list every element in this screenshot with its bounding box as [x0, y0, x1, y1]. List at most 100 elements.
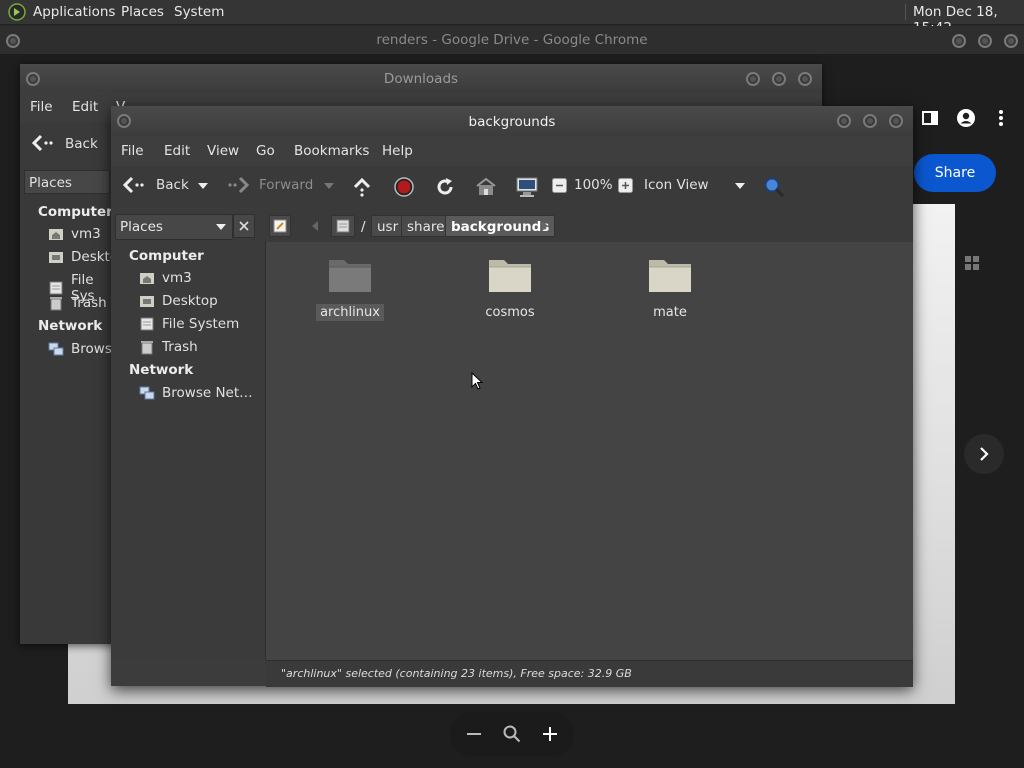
chrome-maximize-button[interactable] — [978, 34, 992, 48]
sidebar-item-vm3[interactable]: vm3 — [139, 270, 192, 286]
file-view: archlinux cosmos mate — [266, 242, 913, 660]
downloads-minimize-button[interactable] — [746, 72, 760, 86]
path-scroll-right-icon[interactable] — [542, 221, 548, 231]
folder-item[interactable]: mate — [624, 254, 716, 321]
chrome-titlebar[interactable]: renders - Google Drive - Google Chrome — [0, 26, 1024, 54]
sidebar-close-button[interactable] — [233, 214, 255, 238]
reload-icon[interactable] — [435, 177, 455, 197]
drive-icon — [336, 219, 350, 233]
folder-icon — [487, 254, 533, 294]
crumb-usr[interactable]: usr — [371, 215, 405, 237]
toggle-location-button[interactable] — [269, 215, 291, 237]
dl-item-trash[interactable]: Trash — [48, 295, 107, 311]
places-menu[interactable]: Places — [121, 4, 164, 20]
menu-edit[interactable]: Edit — [164, 143, 190, 159]
zoom-icon[interactable] — [503, 725, 521, 743]
path-scroll-left-icon[interactable] — [312, 221, 318, 231]
stop-icon[interactable] — [394, 177, 414, 197]
dl-item-vm3[interactable]: vm3 — [48, 226, 101, 242]
downloads-maximize-button[interactable] — [772, 72, 786, 86]
chevron-down-icon — [216, 224, 226, 230]
profile-icon[interactable] — [956, 108, 976, 128]
menu-bookmarks[interactable]: Bookmarks — [294, 143, 369, 159]
zoom-controls — [450, 712, 574, 756]
dl-back-arrow-icon[interactable] — [32, 134, 54, 152]
sidebar-item-browse-network[interactable]: Browse Net… — [139, 385, 253, 401]
side-panel-icon[interactable] — [922, 110, 938, 126]
menubar: File Edit View Go Bookmarks Help — [111, 136, 913, 166]
dl-back-label[interactable]: Back — [65, 136, 98, 152]
back-arrow-icon — [123, 176, 145, 194]
crumb-share[interactable]: share — [401, 215, 451, 237]
chrome-minimize-button[interactable] — [952, 34, 966, 48]
grid-view-icon[interactable] — [965, 256, 979, 270]
network-icon — [139, 385, 155, 401]
share-button[interactable]: Share — [914, 154, 996, 192]
downloads-sidebar: Places Computer vm3 Deskto File Sys Tras… — [20, 166, 120, 644]
trash-icon — [139, 339, 155, 355]
desktop-folder-icon — [48, 249, 64, 265]
chevron-down-icon — [735, 183, 745, 189]
sidebar-places-label: Places — [120, 219, 163, 235]
panel-separator — [905, 4, 906, 20]
up-icon[interactable] — [352, 177, 372, 197]
zoom-out-button[interactable] — [466, 726, 482, 742]
menu-help[interactable]: Help — [382, 143, 413, 159]
chrome-title: renders - Google Drive - Google Chrome — [376, 32, 648, 48]
minimize-button[interactable] — [837, 114, 851, 128]
menu-go[interactable]: Go — [256, 143, 275, 159]
downloads-titlebar[interactable]: Downloads — [20, 64, 822, 92]
trash-icon — [48, 295, 64, 311]
system-menu[interactable]: System — [174, 4, 224, 20]
dl-places-dropdown[interactable]: Places — [24, 170, 110, 194]
back-history-dropdown-icon[interactable] — [198, 183, 208, 189]
maximize-button[interactable] — [863, 114, 877, 128]
forward-history-dropdown-icon[interactable] — [324, 183, 334, 189]
chrome-more-icon[interactable] — [998, 109, 1004, 127]
sidebar-item-label: Desktop — [162, 293, 218, 309]
home-icon[interactable] — [475, 177, 497, 197]
edit-icon — [273, 219, 287, 233]
dl-computer-heading: Computer — [38, 204, 113, 220]
sidebar-item-trash[interactable]: Trash — [139, 339, 198, 355]
back-button[interactable]: Back — [123, 176, 189, 194]
crumb-root[interactable]: / — [355, 215, 372, 237]
next-file-button[interactable] — [964, 434, 1004, 474]
crumb-backgrounds[interactable]: backgrounds — [445, 215, 556, 237]
dl-network-heading: Network — [38, 318, 103, 334]
dl-menu-file[interactable]: File — [30, 99, 53, 115]
toolbar: Back Forward 100% Icon View — [111, 166, 913, 209]
sidebar-item-desktop[interactable]: Desktop — [139, 293, 218, 309]
downloads-close-button[interactable] — [798, 72, 812, 86]
folder-item[interactable]: archlinux — [304, 254, 396, 321]
sidebar-places-select[interactable]: Places — [115, 214, 233, 240]
dl-item-label: vm3 — [71, 226, 101, 242]
menu-file[interactable]: File — [121, 143, 144, 159]
sidebar-item-label: vm3 — [162, 270, 192, 286]
close-button[interactable] — [889, 114, 903, 128]
sidebar-item-filesystem[interactable]: File System — [139, 316, 239, 332]
zoom-level[interactable]: 100% — [574, 177, 613, 193]
view-mode-label: Icon View — [644, 177, 709, 193]
folder-icon — [327, 254, 373, 294]
zoom-out-icon[interactable] — [552, 178, 567, 193]
window-titlebar[interactable]: backgrounds — [111, 106, 913, 136]
search-icon[interactable] — [763, 176, 785, 198]
dl-menu-edit[interactable]: Edit — [72, 99, 98, 115]
view-mode-select[interactable]: Icon View — [644, 177, 748, 197]
path-bar: / usr share backgrounds — [265, 208, 913, 242]
dl-item-browse[interactable]: Browse — [48, 341, 120, 357]
dl-item-desktop[interactable]: Deskto — [48, 249, 118, 265]
mate-logo-icon[interactable] — [8, 3, 26, 21]
menu-view[interactable]: View — [207, 143, 239, 159]
forward-button[interactable]: Forward — [227, 176, 313, 194]
zoom-in-button[interactable] — [542, 726, 558, 742]
computer-icon[interactable] — [515, 176, 539, 198]
folder-item[interactable]: cosmos — [464, 254, 556, 321]
applications-menu[interactable]: Applications — [33, 4, 115, 20]
crumb-root-icon-button[interactable] — [331, 215, 355, 237]
chrome-close-button[interactable] — [1004, 34, 1018, 48]
zoom-in-icon[interactable] — [618, 178, 633, 193]
close-icon — [239, 221, 249, 231]
mouse-cursor-icon — [471, 372, 483, 390]
